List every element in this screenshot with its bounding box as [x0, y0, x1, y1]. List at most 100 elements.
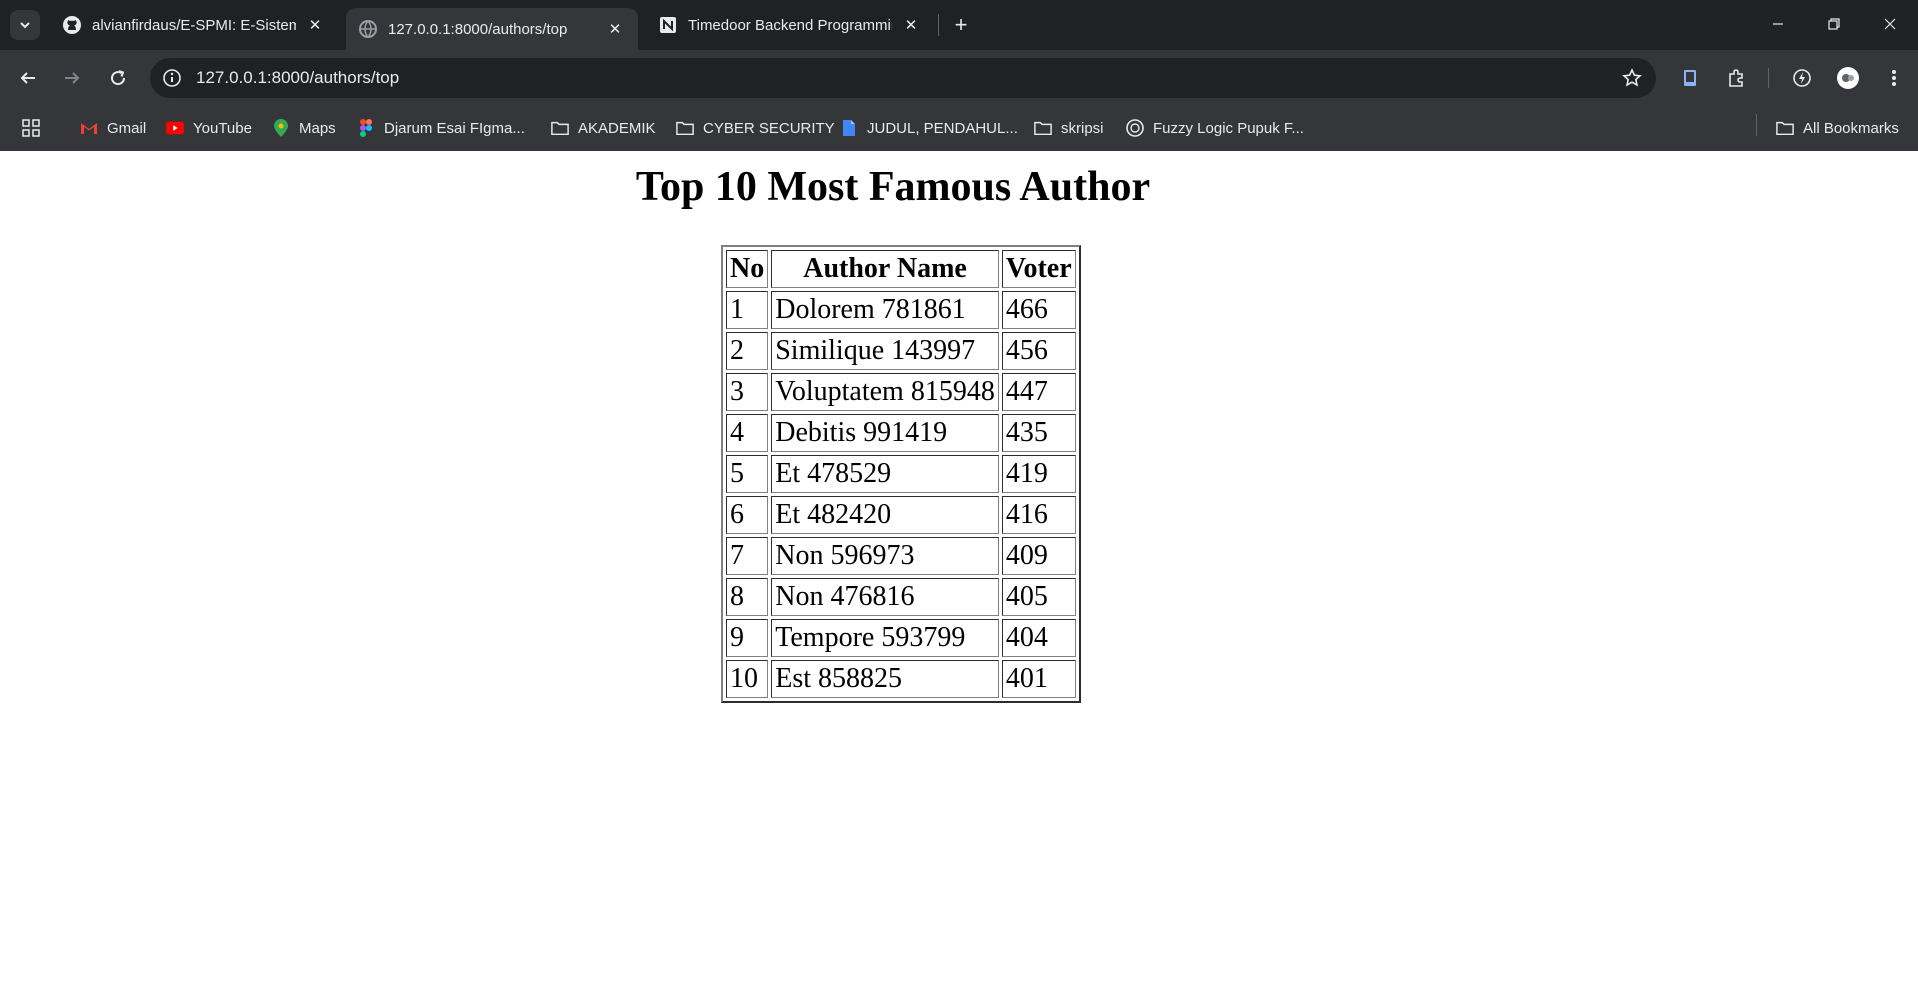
chatgpt-icon	[1126, 119, 1144, 137]
cell-no: 9	[726, 619, 769, 657]
globe-icon	[358, 19, 378, 39]
github-icon	[62, 15, 82, 35]
bookmark-label: YouTube	[193, 119, 252, 137]
bookmark-gmail[interactable]: Gmail	[80, 116, 146, 140]
bookmark-figma[interactable]: Djarum Esai FIgma...	[357, 116, 525, 140]
cell-voter: 456	[1001, 332, 1076, 370]
profile-avatar[interactable]	[1834, 64, 1862, 92]
cell-author-name: Et 482420	[771, 496, 999, 534]
table-row: 4 Debitis 991419 435	[726, 414, 1076, 452]
cell-no: 2	[726, 332, 769, 370]
browser-chrome: alvianfirdaus/E-SPMI: E-Sistem P ✕ 127.0…	[0, 0, 1918, 151]
cell-no: 7	[726, 537, 769, 575]
book-icon	[1684, 70, 1696, 86]
cell-author-name: Debitis 991419	[771, 414, 999, 452]
cell-author-name: Et 478529	[771, 455, 999, 493]
restore-button[interactable]	[1814, 10, 1854, 38]
table-row: 5 Et 478529 419	[726, 455, 1076, 493]
cell-author-name: Similique 143997	[771, 332, 999, 370]
reading-list-button[interactable]	[1676, 64, 1704, 92]
chevron-down-icon	[20, 22, 30, 29]
bookmarks-bar: Gmail YouTube Maps Djarum Esai FIgma... …	[0, 106, 1918, 151]
table-row: 2 Similique 143997 456	[726, 332, 1076, 370]
bookmark-label: Gmail	[107, 119, 147, 137]
tab-divider	[938, 14, 939, 36]
all-bookmarks-button[interactable]: All Bookmarks	[1776, 116, 1899, 140]
close-icon	[1884, 18, 1896, 30]
bookmark-youtube[interactable]: YouTube	[166, 116, 252, 140]
tab-timedoor[interactable]: Timedoor Backend Programming ✕	[646, 8, 934, 42]
cell-no: 3	[726, 373, 769, 411]
apps-button[interactable]	[22, 116, 40, 140]
avatar-icon	[1837, 67, 1859, 89]
restore-icon	[1828, 18, 1840, 30]
performance-button[interactable]	[1788, 64, 1816, 92]
page-title: Top 10 Most Famous Author	[635, 164, 1151, 210]
table-row: 8 Non 476816 405	[726, 578, 1076, 616]
cell-voter: 466	[1001, 291, 1076, 329]
cell-no: 4	[726, 414, 769, 452]
column-header-voter: Voter	[1001, 250, 1076, 288]
tab-search-button[interactable]	[10, 10, 40, 40]
back-button[interactable]	[14, 64, 42, 92]
bookmark-cyber-security[interactable]: CYBER SECURITY	[676, 116, 835, 140]
table-row: 3 Voluptatem 815948 447	[726, 373, 1076, 411]
doc-icon	[840, 119, 858, 137]
bookmark-maps[interactable]: Maps	[272, 116, 336, 140]
table-row: 9 Tempore 593799 404	[726, 619, 1076, 657]
table-row: 7 Non 596973 409	[726, 537, 1076, 575]
table-row: 6 Et 482420 416	[726, 496, 1076, 534]
cell-author-name: Voluptatem 815948	[771, 373, 999, 411]
bookmark-label: skripsi	[1061, 119, 1104, 137]
youtube-icon	[166, 119, 184, 137]
arrow-left-icon	[20, 72, 35, 84]
all-bookmarks-label: All Bookmarks	[1803, 119, 1899, 137]
gmail-icon	[80, 119, 98, 137]
bookmark-label: CYBER SECURITY	[703, 119, 835, 137]
tab-github[interactable]: alvianfirdaus/E-SPMI: E-Sistem P ✕	[50, 8, 338, 42]
extensions-button[interactable]	[1722, 64, 1750, 92]
tab-strip: alvianfirdaus/E-SPMI: E-Sistem P ✕ 127.0…	[0, 0, 1918, 50]
close-icon[interactable]: ✕	[304, 14, 326, 36]
browser-toolbar: 127.0.0.1:8000/authors/top	[0, 50, 1918, 106]
bookmarks-divider	[1756, 114, 1757, 136]
cell-voter: 416	[1001, 496, 1076, 534]
cell-author-name: Est 858825	[771, 660, 999, 698]
bookmark-label: JUDUL, PENDAHUL...	[867, 119, 1018, 137]
tab-authors-top[interactable]: 127.0.0.1:8000/authors/top ✕	[346, 8, 638, 50]
bookmark-fuzzy-logic[interactable]: Fuzzy Logic Pupuk F...	[1126, 116, 1304, 140]
cell-voter: 435	[1001, 414, 1076, 452]
site-info-icon[interactable]	[160, 66, 184, 90]
toolbar-divider	[1768, 68, 1769, 88]
menu-button[interactable]	[1880, 64, 1908, 92]
url-text: 127.0.0.1:8000/authors/top	[196, 68, 400, 87]
cell-voter: 405	[1001, 578, 1076, 616]
cell-author-name: Tempore 593799	[771, 619, 999, 657]
reload-button[interactable]	[104, 64, 132, 92]
bookmark-judul[interactable]: JUDUL, PENDAHUL...	[840, 116, 1018, 140]
notion-icon	[658, 15, 678, 35]
new-tab-button[interactable]: +	[948, 12, 974, 38]
bookmark-skripsi[interactable]: skripsi	[1034, 116, 1104, 140]
minimize-button[interactable]	[1758, 10, 1798, 38]
table-row: 1 Dolorem 781861 466	[726, 291, 1076, 329]
tab-title: Timedoor Backend Programming	[688, 16, 892, 34]
plus-icon: +	[954, 12, 968, 37]
address-bar[interactable]: 127.0.0.1:8000/authors/top	[150, 58, 1656, 98]
forward-button[interactable]	[58, 64, 86, 92]
close-icon[interactable]: ✕	[900, 14, 922, 36]
bookmark-star-icon[interactable]	[1620, 66, 1644, 90]
folder-icon	[1776, 119, 1794, 137]
maps-icon	[272, 119, 290, 137]
arrow-right-icon	[65, 72, 80, 84]
folder-icon	[551, 119, 569, 137]
bookmark-akademik[interactable]: AKADEMIK	[551, 116, 656, 140]
cell-no: 10	[726, 660, 769, 698]
cell-author-name: Dolorem 781861	[771, 291, 999, 329]
close-icon[interactable]: ✕	[604, 18, 626, 40]
cell-voter: 409	[1001, 537, 1076, 575]
window-close-button[interactable]	[1870, 10, 1910, 38]
cell-voter: 419	[1001, 455, 1076, 493]
cell-author-name: Non 596973	[771, 537, 999, 575]
reload-icon	[111, 70, 126, 86]
